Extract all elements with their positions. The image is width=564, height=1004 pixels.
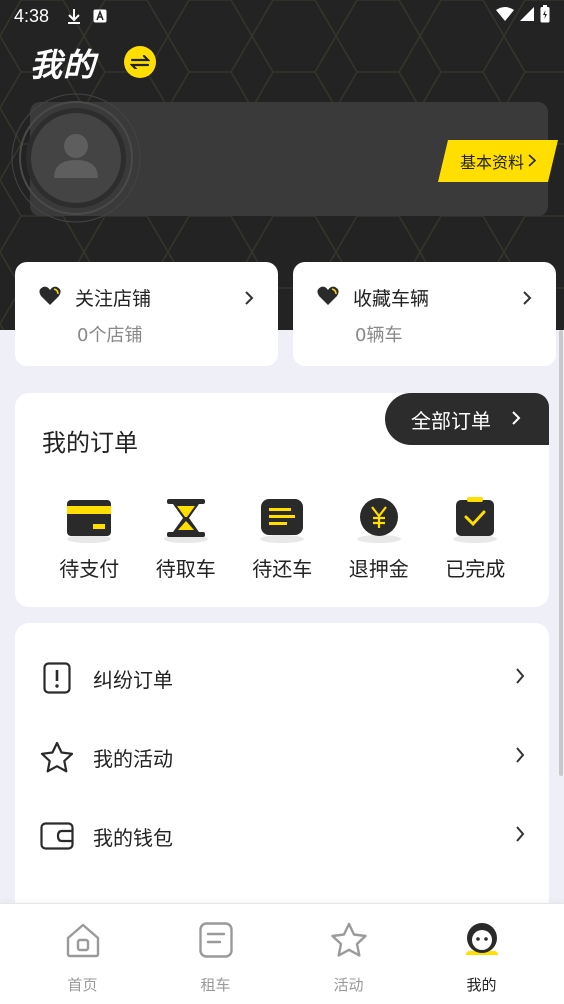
order-item-label: 待取车 (155, 557, 216, 581)
card-icon (41, 493, 138, 543)
download-icon (67, 8, 81, 24)
basic-info-button[interactable]: 基本资料 (438, 140, 558, 182)
tab-mine[interactable]: 我的 (415, 904, 548, 1004)
home-icon (16, 918, 149, 962)
basic-info-label: 基本资料 (459, 153, 524, 172)
yen-icon (331, 493, 428, 543)
menu-item-label: 我的活动 (93, 746, 173, 771)
tab-label: 活动 (333, 976, 364, 994)
tab-activities[interactable]: 活动 (282, 904, 415, 1004)
order-pending-return[interactable]: 待还车 (234, 493, 331, 582)
tab-label: 首页 (67, 976, 98, 994)
order-pending-pickup[interactable]: 待取车 (138, 493, 235, 582)
star-icon (39, 741, 75, 773)
wallet-icon (39, 822, 75, 850)
orders-title: 我的订单 (42, 429, 138, 457)
exclamation-icon (39, 662, 75, 694)
chevron-right-icon (528, 152, 537, 171)
order-item-label: 待支付 (59, 557, 120, 581)
chevron-right-icon (515, 825, 525, 847)
chevron-right-icon (511, 407, 521, 431)
page-title: 我的 (30, 46, 97, 84)
tab-home[interactable]: 首页 (16, 904, 149, 1004)
switch-role-button[interactable] (124, 46, 156, 78)
switch-icon (130, 55, 150, 69)
battery-icon (540, 4, 550, 28)
status-time: 4:38 (14, 5, 50, 26)
user-face-icon (415, 918, 548, 962)
order-item-label: 退押金 (348, 557, 409, 581)
menu-list: 纠纷订单 我的活动 我的钱包 (15, 623, 549, 923)
signal-icon (520, 6, 534, 26)
menu-item-activities[interactable]: 我的活动 (15, 727, 549, 787)
status-bar: 4:38 (0, 0, 564, 32)
order-item-label: 已完成 (445, 557, 506, 581)
avatar[interactable] (10, 88, 152, 230)
list-icon (149, 918, 282, 962)
chevron-right-icon (515, 667, 525, 689)
all-orders-label: 全部订单 (411, 408, 491, 433)
tab-label: 我的 (466, 976, 497, 994)
followed-shops-card[interactable]: 关注店铺 0个店铺 (15, 262, 278, 366)
chevron-right-icon (244, 290, 254, 310)
menu-item-label: 我的钱包 (93, 825, 173, 850)
favorite-cars-count: 0辆车 (355, 325, 403, 346)
menu-item-label: 纠纷订单 (93, 667, 173, 692)
order-refund-deposit[interactable]: 退押金 (331, 493, 428, 582)
star-icon (282, 918, 415, 962)
hourglass-icon (138, 493, 235, 543)
all-orders-button[interactable]: 全部订单 (385, 393, 549, 445)
tab-label: 租车 (200, 976, 231, 994)
favorite-cars-title: 收藏车辆 (353, 288, 430, 310)
order-completed[interactable]: 已完成 (427, 493, 524, 582)
check-clipboard-icon (427, 493, 524, 543)
followed-shops-title: 关注店铺 (75, 288, 152, 310)
menu-item-disputes[interactable]: 纠纷订单 (15, 648, 549, 708)
keyboard-icon (93, 9, 107, 23)
chevron-right-icon (522, 290, 532, 310)
chevron-right-icon (515, 746, 525, 768)
bottom-tab-bar: 首页 租车 活动 我的 (0, 903, 564, 1004)
wifi-icon (496, 6, 514, 26)
heart-icon (317, 286, 339, 310)
scrollbar[interactable] (559, 330, 563, 776)
order-pending-payment[interactable]: 待支付 (41, 493, 138, 582)
followed-shops-count: 0个店铺 (77, 325, 143, 346)
favorite-cars-card[interactable]: 收藏车辆 0辆车 (293, 262, 556, 366)
document-icon (234, 493, 331, 543)
order-item-label: 待还车 (252, 557, 313, 581)
menu-item-wallet[interactable]: 我的钱包 (15, 806, 549, 866)
my-orders-card: 我的订单 全部订单 待支付 待取车 待还车 退押金 已完成 (15, 393, 549, 607)
heart-icon (39, 286, 61, 310)
tab-rent-car[interactable]: 租车 (149, 904, 282, 1004)
